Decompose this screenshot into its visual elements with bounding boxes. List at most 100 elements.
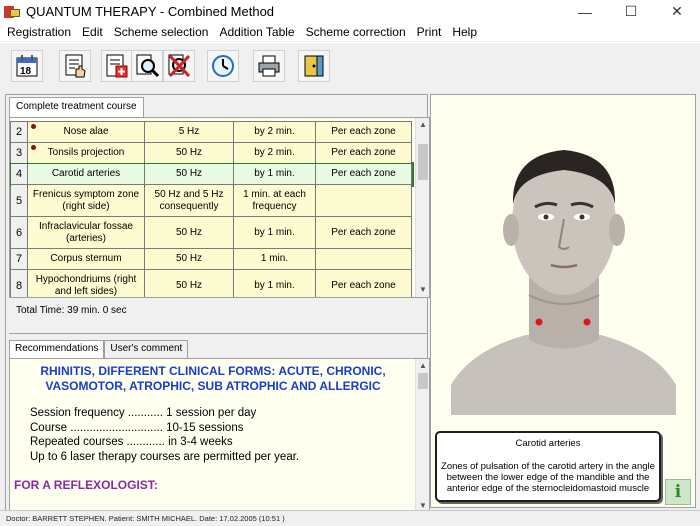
zone-cell[interactable]: Infraclavicular fossae (arteries) [27, 216, 145, 249]
frequency-cell[interactable]: 50 Hz [144, 248, 234, 270]
menu-print[interactable]: Print [412, 25, 448, 39]
timer-button[interactable] [207, 50, 239, 82]
toolbar: 18 [0, 42, 700, 92]
duration-cell-text: by 1 min. [254, 226, 295, 238]
tab-users-comment[interactable]: User's comment [104, 340, 189, 358]
tab-complete-treatment-course[interactable]: Complete treatment course [9, 97, 144, 117]
table-scrollbar[interactable]: ▲ ▼ [415, 118, 429, 297]
menu-registration[interactable]: Registration [2, 25, 77, 39]
repeated-courses-line: Repeated courses ............ in 3-4 wee… [30, 436, 233, 448]
frequency-cell[interactable]: 5 Hz [144, 121, 234, 143]
zone-cell[interactable]: Tonsils projection [27, 142, 145, 164]
menu-scheme-correction[interactable]: Scheme correction [301, 25, 412, 39]
zone-marker-icon [31, 145, 36, 150]
frequency-cell-text: 50 Hz [175, 226, 203, 238]
maximize-button[interactable]: ☐ [608, 0, 654, 23]
duration-cell[interactable]: 1 min. [233, 248, 316, 270]
table-row[interactable]: 3 Tonsils projection 50 Hz by 2 min. Per eac… [10, 142, 412, 164]
print-button[interactable] [253, 50, 285, 82]
diagnosis-title: RHINITIS, DIFFERENT CLINICAL FORMS: ACUT… [40, 364, 386, 393]
frequency-cell[interactable]: 50 Hz [144, 142, 234, 164]
zone-cell[interactable]: Corpus sternum [27, 248, 145, 270]
app-logo-icon [4, 5, 22, 19]
note-cell[interactable]: Per each zone [315, 163, 412, 185]
scroll-up-icon[interactable]: ▲ [416, 118, 429, 132]
calendar-button[interactable]: 18 [11, 50, 43, 82]
recommendations-scrollbar[interactable]: ▲ ▼ [415, 359, 429, 513]
row-number[interactable]: 5 [10, 184, 28, 217]
duration-cell[interactable]: 1 min. at each frequency [233, 184, 316, 217]
svg-text:18: 18 [20, 66, 32, 77]
search-button[interactable] [131, 50, 163, 82]
note-cell[interactable]: Per each zone [315, 121, 412, 143]
duration-cell[interactable]: by 1 min. [233, 269, 316, 297]
duration-cell[interactable]: by 1 min. [233, 163, 316, 185]
note-cell[interactable]: Per each zone [315, 142, 412, 164]
frequency-cell[interactable]: 50 Hz and 5 Hz consequently [144, 184, 234, 217]
note-cell[interactable] [315, 184, 412, 217]
frequency-cell[interactable]: 50 Hz [144, 216, 234, 249]
scroll-down-icon[interactable]: ▼ [416, 283, 429, 297]
row-number[interactable]: 4 [10, 163, 28, 185]
recommendation-tabstrip: Recommendations User's comment [9, 340, 189, 358]
info-icon[interactable]: i [665, 479, 691, 505]
duration-cell[interactable]: by 2 min. [233, 121, 316, 143]
row-number-text: 2 [15, 126, 23, 138]
note-cell[interactable] [315, 248, 412, 270]
table-row[interactable]: 8 Hypochondriums (right and left sides) 50… [10, 269, 412, 297]
duration-cell-text: by 1 min. [254, 168, 295, 179]
frequency-cell-text: 5 Hz [178, 126, 200, 137]
scroll-thumb[interactable] [418, 373, 428, 389]
zone-info-box: Carotid arteries Zones of pulsation of t… [435, 431, 661, 502]
total-time: Total Time: 39 min. 0 sec [16, 305, 127, 316]
course-line: Course ............................. 10-… [30, 421, 244, 434]
calendar-icon: 18 [16, 55, 38, 77]
zone-cell[interactable]: Hypochondriums (right and left sides) [27, 269, 145, 297]
row-number[interactable]: 7 [10, 248, 28, 270]
note-cell[interactable]: Per each zone [315, 269, 412, 297]
menu-edit[interactable]: Edit [77, 25, 109, 39]
zone-cell-text: Infraclavicular fossae (arteries) [39, 220, 133, 244]
printer-icon [258, 55, 280, 77]
laser-courses-line: Up to 6 laser therapy courses are permit… [30, 450, 300, 463]
zone-cell[interactable]: Carotid arteries [27, 163, 145, 185]
notes-button[interactable] [59, 50, 91, 82]
table-row[interactable]: 5 Frenicus symptom zone (right side) 50 Hz… [10, 184, 412, 217]
close-button[interactable]: ✕ [654, 0, 700, 23]
table-row[interactable]: 4 Carotid arteries 50 Hz by 1 min. Per each … [10, 161, 414, 187]
zone-title: Carotid arteries [515, 438, 581, 449]
menu-addition-table[interactable]: Addition Table [214, 25, 300, 39]
menu-scheme-selection[interactable]: Scheme selection [109, 25, 215, 39]
table-row[interactable]: 6 Infraclavicular fossae (arteries) 50 Hz b… [10, 216, 412, 249]
row-number[interactable]: 3 [10, 142, 28, 164]
row-number-text: 7 [15, 253, 23, 265]
delete-search-button[interactable] [163, 50, 195, 82]
minimize-button[interactable]: — [562, 0, 608, 23]
zone-cell[interactable]: Frenicus symptom zone (right side) [27, 184, 145, 217]
duration-cell-text: 1 min. at each frequency [243, 188, 306, 212]
tab-recommendations[interactable]: Recommendations [9, 340, 105, 358]
duration-cell[interactable]: by 1 min. [233, 216, 316, 249]
table-row[interactable]: 2 Nose alae 5 Hz by 2 min. Per each zone [10, 121, 412, 143]
row-number[interactable]: 8 [10, 269, 28, 297]
frequency-cell-text: 50 Hz [175, 168, 203, 179]
frequency-cell[interactable]: 50 Hz [144, 269, 234, 297]
zone-description: Zones of pulsation of the carotid artery… [441, 461, 655, 494]
row-number[interactable]: 6 [10, 216, 28, 249]
scroll-up-icon[interactable]: ▲ [416, 359, 429, 373]
duration-cell-text: by 2 min. [254, 126, 295, 137]
note-cell[interactable]: Per each zone [315, 216, 412, 249]
row-number-text: 3 [15, 147, 23, 159]
exit-button[interactable] [298, 50, 330, 82]
scroll-thumb[interactable] [418, 144, 428, 180]
row-number-text: 4 [15, 168, 23, 180]
reflexologist-heading: FOR A REFLEXOLOGIST: [14, 478, 158, 492]
table-row[interactable]: 7 Corpus sternum 50 Hz 1 min. [10, 248, 412, 270]
row-number[interactable]: 2 [10, 121, 28, 143]
menu-help[interactable]: Help [447, 25, 483, 39]
frequency-cell[interactable]: 50 Hz [144, 163, 234, 185]
duration-cell[interactable]: by 2 min. [233, 142, 316, 164]
new-record-button[interactable] [101, 50, 133, 82]
duration-cell-text: by 2 min. [254, 147, 295, 158]
zone-cell[interactable]: Nose alae [27, 121, 145, 143]
